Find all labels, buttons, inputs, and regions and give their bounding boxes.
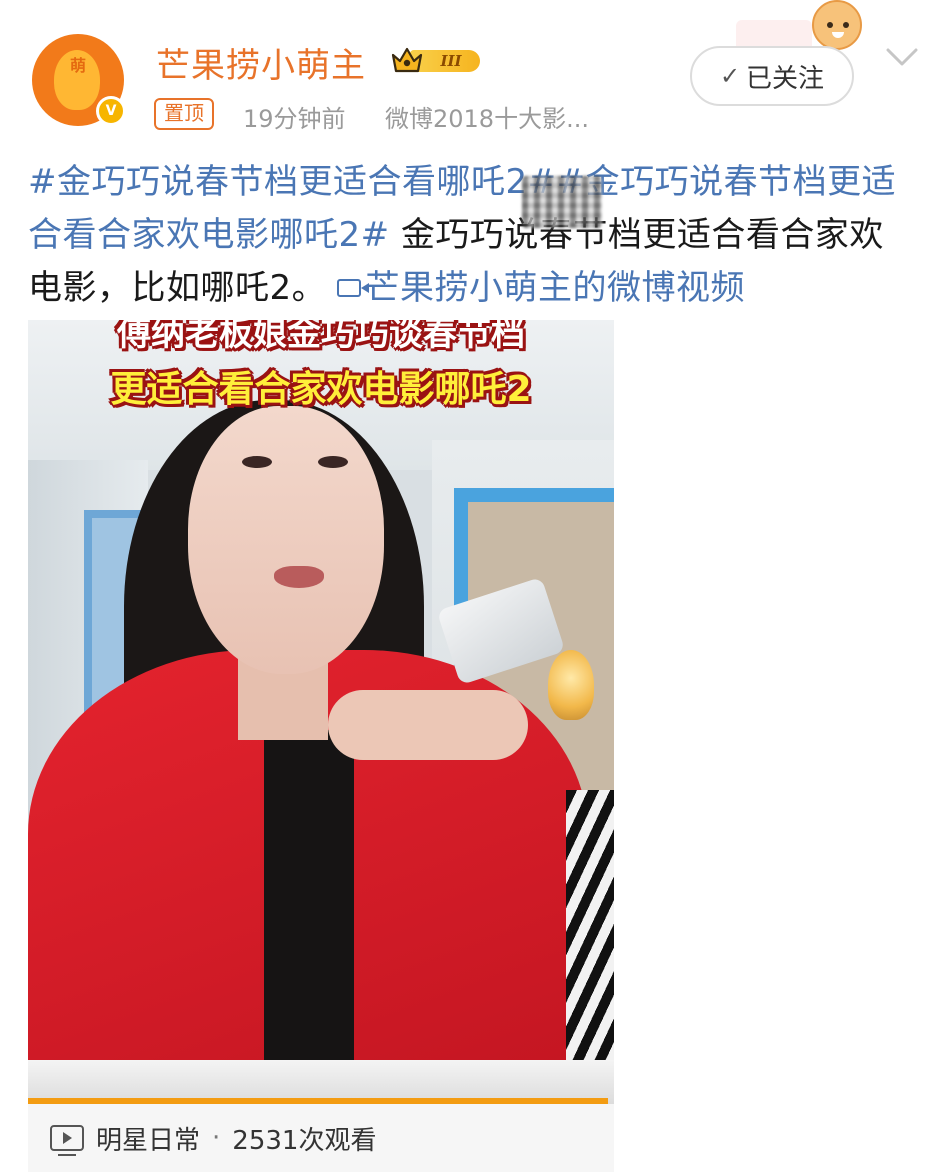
post-text: #金巧巧说春节档更适合看哪吒2##金巧巧说春节档更适合看合家欢电影哪吒2# 金巧…	[28, 156, 908, 315]
video-player[interactable]: 傅纳老板娘金巧巧谈春节档 更适合看合家欢电影哪吒2	[28, 320, 614, 1104]
post-time: 19分钟前	[243, 105, 346, 133]
video-caption-line-1: 傅纳老板娘金巧巧谈春节档	[117, 320, 525, 354]
person-eye-left	[242, 456, 272, 468]
person-face	[188, 406, 384, 674]
scene-lamp	[548, 650, 594, 720]
username[interactable]: 芒果捞小萌主	[156, 38, 366, 87]
follow-button-label: 已关注	[746, 63, 825, 94]
person-eye-right	[318, 456, 348, 468]
avatar-mascot-text: 萌	[69, 56, 86, 75]
person-black-top	[264, 730, 354, 1104]
crown-icon	[391, 47, 423, 73]
follow-button[interactable]: ✓ 已关注	[690, 46, 854, 106]
vip-level-badge[interactable]: III	[390, 44, 482, 76]
chevron-down-icon[interactable]	[882, 44, 922, 72]
separator-dot: ·	[212, 1123, 221, 1153]
scene-striped-cloth	[566, 790, 614, 1104]
video-link-icon	[337, 278, 370, 297]
verified-icon: V	[96, 96, 126, 126]
blurred-qr-overlay	[522, 176, 602, 228]
pinned-tag: 置顶	[154, 98, 214, 130]
video-info-bar[interactable]: 明星日常 · 2531次观看	[28, 1104, 614, 1172]
video-play-icon	[50, 1125, 84, 1156]
person-hand	[328, 690, 528, 760]
person-mouth	[274, 566, 324, 588]
video-view-count: 2531次观看	[232, 1125, 377, 1156]
video-link[interactable]: 芒果捞小萌主的微博视频	[337, 268, 745, 308]
video-link-label: 芒果捞小萌主的微博视频	[365, 268, 745, 308]
post-source[interactable]: 微博2018十大影...	[385, 99, 589, 134]
shiba-dog-icon	[812, 0, 862, 50]
video-category: 明星日常	[96, 1125, 201, 1156]
hashtag-link-1[interactable]: #金巧巧说春节档更适合看哪吒2#	[28, 162, 557, 202]
video-caption-line-2: 更适合看合家欢电影哪吒2	[110, 369, 532, 410]
check-icon: ✓	[719, 62, 741, 90]
